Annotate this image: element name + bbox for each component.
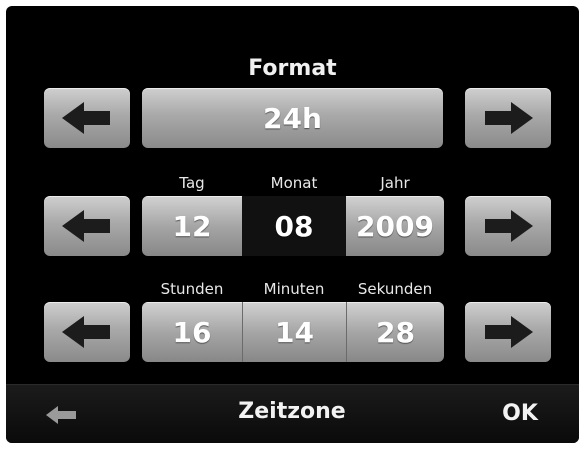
format-value-button[interactable]: 24h — [142, 88, 443, 148]
minuten-label: Minuten — [263, 280, 325, 298]
minutes-field[interactable]: 14 — [243, 302, 346, 362]
day-field[interactable]: 12 — [142, 196, 242, 256]
stunden-label: Stunden — [160, 280, 224, 298]
hours-field[interactable]: 16 — [142, 302, 242, 362]
jahr-label: Jahr — [380, 174, 410, 192]
seconds-field[interactable]: 28 — [347, 302, 444, 362]
time-left-button[interactable] — [44, 302, 130, 362]
monat-label: Monat — [270, 174, 318, 192]
date-left-button[interactable] — [44, 196, 130, 256]
zeitzone-button[interactable]: Zeitzone — [192, 399, 392, 424]
month-field[interactable]: 08 — [242, 196, 346, 256]
time-right-button[interactable] — [465, 302, 551, 362]
back-button[interactable] — [42, 401, 82, 429]
format-left-button[interactable] — [44, 88, 130, 148]
datetime-settings-screen: Format 24h Tag Monat Jahr 12 08 2009 Stu… — [6, 6, 579, 443]
sekunden-label: Sekunden — [357, 280, 433, 298]
format-right-button[interactable] — [465, 88, 551, 148]
date-field-group: 12 08 2009 — [142, 196, 444, 256]
year-field[interactable]: 2009 — [346, 196, 444, 256]
date-right-button[interactable] — [465, 196, 551, 256]
bottom-bar: Zeitzone OK — [6, 384, 579, 443]
ok-button[interactable]: OK — [490, 401, 550, 426]
format-value: 24h — [263, 101, 322, 135]
format-title: Format — [248, 56, 337, 81]
tag-label: Tag — [179, 174, 205, 192]
back-arrow-icon — [42, 406, 82, 433]
time-field-group: 16 14 28 — [142, 302, 444, 362]
